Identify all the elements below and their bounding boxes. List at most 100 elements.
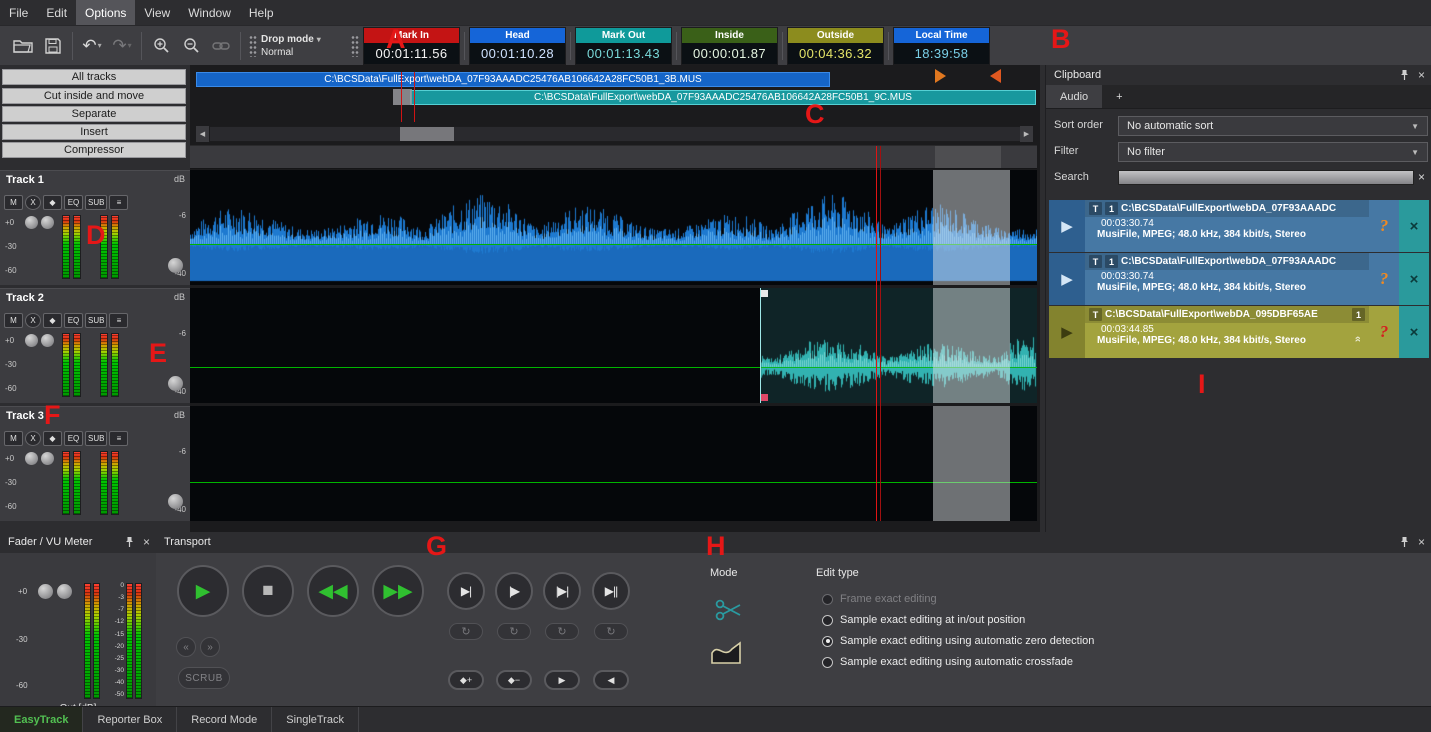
scrub-button[interactable]: SCRUB bbox=[178, 667, 230, 689]
track-menu-button[interactable]: ≡ bbox=[109, 195, 128, 210]
open-file-button[interactable] bbox=[8, 31, 38, 61]
play-clip-button[interactable]: ▶ bbox=[1049, 253, 1085, 305]
radio-sample-exact-crossfade[interactable]: Sample exact editing using automatic cro… bbox=[822, 656, 1073, 668]
play-clip-button[interactable]: ▶ bbox=[1049, 200, 1085, 252]
sub-button[interactable]: SUB bbox=[85, 195, 107, 210]
play-button[interactable]: ▶ bbox=[177, 565, 229, 617]
master-knob[interactable] bbox=[38, 584, 53, 599]
close-icon[interactable]: × bbox=[1418, 536, 1425, 548]
pan-knob[interactable] bbox=[41, 452, 54, 465]
eq-button[interactable]: EQ bbox=[64, 431, 83, 446]
radio-sample-exact-inout[interactable]: Sample exact editing at in/out position bbox=[822, 614, 1025, 626]
loop-button[interactable]: ↻ bbox=[497, 623, 531, 640]
add-tab-button[interactable]: + bbox=[1102, 85, 1136, 108]
loop-button[interactable]: ↻ bbox=[449, 623, 483, 640]
menu-file[interactable]: File bbox=[0, 0, 37, 25]
rewind-button[interactable]: ◀◀ bbox=[307, 565, 359, 617]
skip-forward-button[interactable]: » bbox=[200, 637, 220, 657]
pan-knob[interactable] bbox=[41, 216, 54, 229]
output-knob[interactable] bbox=[168, 258, 183, 273]
solo-button[interactable]: X bbox=[25, 313, 41, 328]
search-input[interactable] bbox=[1118, 170, 1414, 185]
scroll-left-button[interactable]: ◀ bbox=[196, 126, 209, 142]
clipboard-item-2[interactable]: ▶ T 1 C:\BCSData\FullExport\webDA_07F93A… bbox=[1049, 253, 1429, 305]
zoom-in-button[interactable] bbox=[146, 31, 176, 61]
radio-sample-exact-zero-detection[interactable]: Sample exact editing using automatic zer… bbox=[822, 635, 1094, 647]
timeline-ruler[interactable] bbox=[190, 145, 1037, 169]
pan-button[interactable]: ◆ bbox=[43, 313, 62, 328]
loop-button[interactable]: ↻ bbox=[594, 623, 628, 640]
pan-knob[interactable] bbox=[41, 334, 54, 347]
zoom-out-button[interactable] bbox=[176, 31, 206, 61]
clip-remove-button[interactable]: × bbox=[1399, 306, 1429, 358]
cut-inside-and-move-button[interactable]: Cut inside and move bbox=[2, 88, 186, 104]
track3-lane[interactable] bbox=[190, 406, 1037, 521]
save-button[interactable] bbox=[38, 31, 68, 61]
view-window-indicator[interactable] bbox=[393, 89, 412, 105]
playhead-cursor[interactable] bbox=[876, 146, 881, 521]
tab-record-mode[interactable]: Record Mode bbox=[177, 707, 272, 732]
stop-button[interactable]: ■ bbox=[242, 565, 294, 617]
overview-clip-file2[interactable]: C:\BCSData\FullExport\webDA_07F93AAADC25… bbox=[410, 90, 1036, 105]
tab-audio[interactable]: Audio bbox=[1046, 85, 1102, 108]
redo-button[interactable]: ↷▾ bbox=[107, 31, 137, 61]
pin-icon[interactable] bbox=[1399, 536, 1410, 548]
link-button[interactable] bbox=[206, 31, 236, 61]
separate-button[interactable]: Separate bbox=[2, 106, 186, 122]
all-tracks-button[interactable]: All tracks bbox=[2, 69, 186, 85]
gain-knob[interactable] bbox=[25, 216, 38, 229]
drop-mode-control[interactable]: Drop mode▾ Normal bbox=[261, 33, 325, 59]
remove-marker-button[interactable]: ◆− bbox=[496, 670, 532, 690]
menu-options[interactable]: Options bbox=[76, 0, 135, 25]
pin-icon[interactable] bbox=[1399, 69, 1410, 81]
overview-clip-file1[interactable]: C:\BCSData\FullExport\webDA_07F93AAADC25… bbox=[196, 72, 830, 87]
clear-search-icon[interactable]: × bbox=[1418, 170, 1425, 184]
filter-dropdown[interactable]: No filter▼ bbox=[1118, 142, 1428, 162]
clip-remove-button[interactable]: × bbox=[1399, 253, 1429, 305]
clipboard-item-3[interactable]: ▶ T C:\BCSData\FullExport\webDA_095DBF65… bbox=[1049, 306, 1429, 358]
selection-region[interactable] bbox=[933, 406, 1010, 521]
cut-mode-button[interactable] bbox=[714, 597, 742, 623]
tab-singletrack[interactable]: SingleTrack bbox=[272, 707, 359, 732]
close-icon[interactable]: × bbox=[1418, 69, 1425, 81]
toolbar-grip[interactable] bbox=[249, 35, 257, 57]
horizontal-scrollbar[interactable] bbox=[209, 126, 1033, 142]
output-knob[interactable] bbox=[168, 376, 183, 391]
clip-handle-top[interactable] bbox=[761, 290, 768, 297]
mute-button[interactable]: M bbox=[4, 431, 23, 446]
clip-help-button[interactable]: ? bbox=[1369, 306, 1399, 358]
compressor-button[interactable]: Compressor bbox=[2, 142, 186, 158]
selection-region[interactable] bbox=[933, 288, 1010, 403]
track2-lane[interactable] bbox=[190, 288, 1037, 403]
mute-button[interactable]: M bbox=[4, 313, 23, 328]
play-selection-button[interactable]: ▶|| bbox=[592, 572, 630, 610]
scroll-right-button[interactable]: ▶ bbox=[1020, 126, 1033, 142]
gain-knob[interactable] bbox=[25, 334, 38, 347]
tab-reporter-box[interactable]: Reporter Box bbox=[83, 707, 177, 732]
menu-window[interactable]: Window bbox=[179, 0, 240, 25]
balance-knob[interactable] bbox=[57, 584, 72, 599]
pin-icon[interactable] bbox=[124, 536, 135, 548]
close-icon[interactable]: × bbox=[143, 536, 150, 548]
play-from-cursor-button[interactable]: |▶ bbox=[495, 572, 533, 610]
play-clip-button[interactable]: ▶ bbox=[1049, 306, 1085, 358]
fade-mode-button[interactable] bbox=[710, 639, 742, 665]
solo-button[interactable]: X bbox=[25, 195, 41, 210]
scrollbar-thumb[interactable] bbox=[400, 127, 454, 141]
solo-button[interactable]: X bbox=[25, 431, 41, 446]
toolbar-grip[interactable] bbox=[351, 35, 359, 57]
insert-button[interactable]: Insert bbox=[2, 124, 186, 140]
clipboard-item-1[interactable]: ▶ T 1 C:\BCSData\FullExport\webDA_07F93A… bbox=[1049, 200, 1429, 252]
clip-help-button[interactable]: ? bbox=[1369, 253, 1399, 305]
loop-button[interactable]: ↻ bbox=[545, 623, 579, 640]
mute-button[interactable]: M bbox=[4, 195, 23, 210]
tab-easytrack[interactable]: EasyTrack bbox=[0, 707, 83, 732]
mark-in-marker-icon[interactable] bbox=[935, 69, 946, 83]
clip-handle-bottom[interactable] bbox=[761, 394, 768, 401]
pan-button[interactable]: ◆ bbox=[43, 431, 62, 446]
track1-lane[interactable] bbox=[190, 170, 1037, 285]
menu-view[interactable]: View bbox=[135, 0, 179, 25]
prev-marker-button[interactable]: ◀ bbox=[593, 670, 629, 690]
play-to-cursor-button[interactable]: ▶| bbox=[447, 572, 485, 610]
collapse-chevron-icon[interactable]: » bbox=[1352, 336, 1364, 342]
